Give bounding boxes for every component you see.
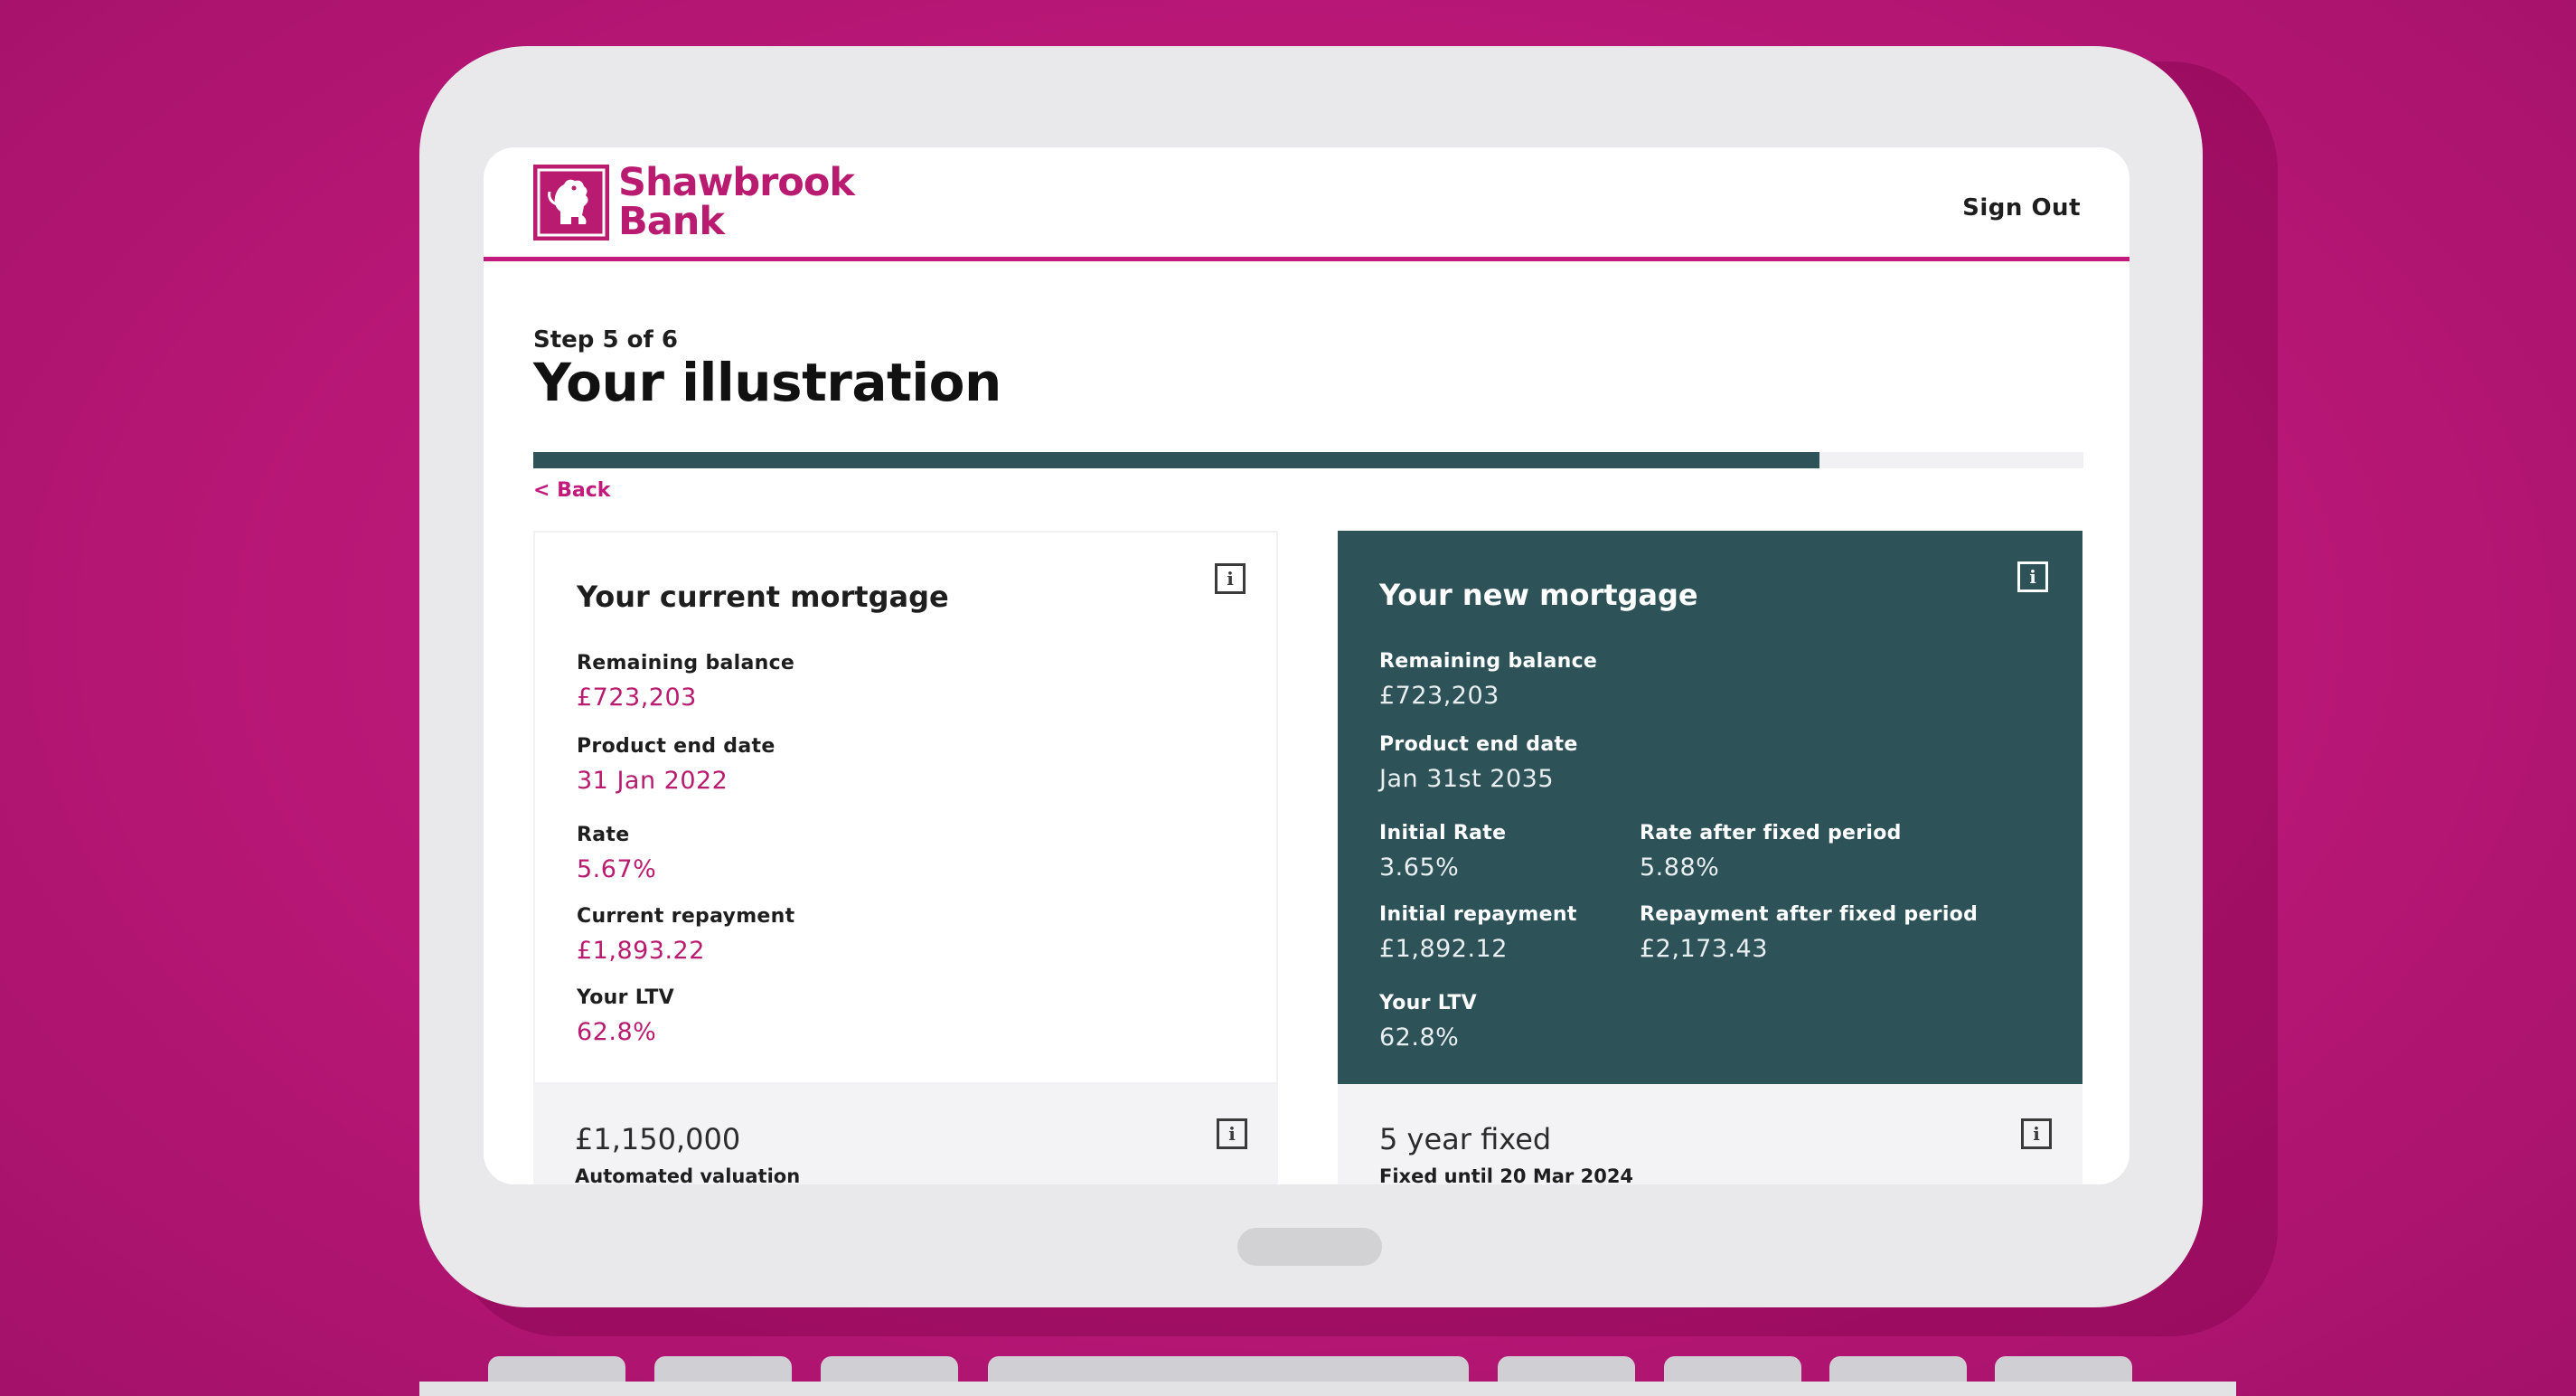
tablet-screen: Shawbrook Bank Sign Out Step 5 of 6 Your… [484, 147, 2129, 1184]
field-value: 62.8% [577, 1018, 657, 1046]
lion-icon [533, 165, 609, 241]
valuation-value: £1,150,000 [575, 1122, 741, 1156]
back-link[interactable]: < Back [533, 479, 610, 502]
brand-logo[interactable]: Shawbrook Bank [533, 160, 855, 244]
keyboard-base [419, 1382, 2236, 1396]
field-value: 62.8% [1379, 1023, 1460, 1052]
field-label: Your LTV [1379, 992, 1478, 1014]
field-label: Your LTV [577, 986, 675, 1009]
current-remaining-balance: Remaining balance £723,203 [577, 652, 794, 712]
current-product-end-date: Product end date 31 Jan 2022 [577, 735, 776, 795]
field-label: Rate [577, 824, 630, 846]
tablet-home-button [1237, 1228, 1382, 1266]
field-value: £1,893.22 [577, 937, 705, 965]
current-rate: Rate 5.67% [577, 824, 656, 883]
progress-bar-fill [533, 452, 1820, 468]
field-value: £1,892.12 [1379, 935, 1508, 963]
brand-name-line2: Bank [618, 199, 725, 244]
field-value: 3.65% [1379, 854, 1460, 882]
current-ltv: Your LTV 62.8% [577, 986, 674, 1046]
new-initial-repayment: Initial repayment £1,892.12 [1379, 903, 1577, 963]
current-repayment: Current repayment £1,893.22 [577, 905, 794, 965]
valuation-card: £1,150,000 Automated valuation i [533, 1084, 1278, 1184]
current-mortgage-card: Your current mortgage i Remaining balanc… [533, 531, 1278, 1084]
current-mortgage-title: Your current mortgage [577, 580, 949, 614]
field-label: Product end date [577, 735, 776, 758]
sign-out-link[interactable]: Sign Out [1962, 194, 2081, 222]
field-value: 5.88% [1640, 854, 1720, 882]
new-mortgage-title: Your new mortgage [1379, 578, 1698, 612]
valuation-label: Automated valuation [575, 1165, 801, 1184]
field-label: Current repayment [577, 905, 795, 928]
field-value: £2,173.43 [1640, 935, 1768, 963]
info-icon[interactable]: i [2021, 1118, 2052, 1149]
field-label: Remaining balance [577, 652, 795, 674]
new-remaining-balance: Remaining balance £723,203 [1379, 650, 1597, 710]
new-ltv: Your LTV 62.8% [1379, 992, 1477, 1052]
page-title: Your illustration [533, 352, 1001, 413]
new-rate-after-fixed: Rate after fixed period 5.88% [1640, 822, 1902, 882]
field-label: Rate after fixed period [1640, 822, 1902, 844]
field-label: Product end date [1379, 733, 1578, 756]
info-icon[interactable]: i [2017, 561, 2048, 592]
field-value: Jan 31st 2035 [1379, 765, 1555, 793]
field-label: Initial Rate [1379, 822, 1507, 844]
field-label: Initial repayment [1379, 903, 1577, 926]
new-repayment-after-fixed: Repayment after fixed period £2,173.43 [1640, 903, 1978, 963]
field-value: 31 Jan 2022 [577, 767, 729, 795]
field-label: Repayment after fixed period [1640, 903, 1979, 926]
field-value: £723,203 [1379, 682, 1500, 710]
product-term-label: Fixed until 20 Mar 2024 [1379, 1165, 1634, 1184]
new-product-end-date: Product end date Jan 31st 2035 [1379, 733, 1578, 793]
new-mortgage-card: Your new mortgage i Remaining balance £7… [1338, 531, 2082, 1084]
field-value: 5.67% [577, 855, 657, 883]
new-initial-rate: Initial Rate 3.65% [1379, 822, 1506, 882]
product-term-card: 5 year fixed Fixed until 20 Mar 2024 i [1338, 1084, 2082, 1184]
app-header: Shawbrook Bank Sign Out [484, 147, 2129, 261]
field-value: £723,203 [577, 684, 697, 712]
info-icon[interactable]: i [1217, 1118, 1247, 1149]
progress-bar [533, 452, 2083, 468]
brand-name: Shawbrook Bank [618, 160, 855, 244]
info-icon[interactable]: i [1215, 563, 1246, 594]
step-indicator: Step 5 of 6 [533, 326, 678, 354]
product-term-value: 5 year fixed [1379, 1122, 1552, 1156]
brand-name-line1: Shawbrook [618, 160, 855, 205]
field-label: Remaining balance [1379, 650, 1598, 673]
